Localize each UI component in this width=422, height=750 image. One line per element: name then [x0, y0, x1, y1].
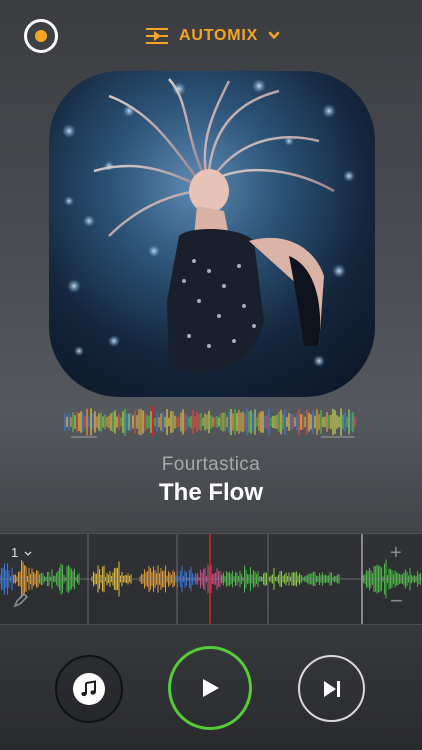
skip-next-icon [323, 680, 340, 697]
automix-label: AUTOMIX [179, 27, 259, 44]
zoom-in-button[interactable]: + [390, 543, 402, 563]
music-note-icon [81, 680, 96, 697]
track-artist: Fourtastica [161, 454, 261, 475]
automix-dropdown[interactable]: AUTOMIX [145, 24, 280, 48]
album-artwork [49, 71, 375, 397]
pencil-icon[interactable] [13, 592, 29, 608]
overview-playhead [152, 406, 154, 436]
play-button[interactable] [168, 646, 252, 730]
beat-marker[interactable]: 1 [11, 545, 18, 560]
automix-list-icon [146, 28, 168, 44]
record-icon [35, 30, 47, 42]
zoom-out-button[interactable]: − [390, 590, 403, 612]
track-title: The Flow [159, 479, 263, 506]
play-icon [203, 679, 219, 697]
chevron-down-icon [268, 31, 280, 39]
dancer-figure [167, 169, 324, 373]
track-overview-waveform[interactable] [63, 404, 359, 440]
music-library-button[interactable] [55, 655, 123, 723]
record-button[interactable] [24, 19, 58, 53]
top-bar: AUTOMIX [0, 0, 422, 72]
skip-next-button[interactable] [298, 655, 365, 722]
timeline-waveform[interactable] [0, 533, 422, 625]
beat-chevron-icon [24, 551, 32, 556]
